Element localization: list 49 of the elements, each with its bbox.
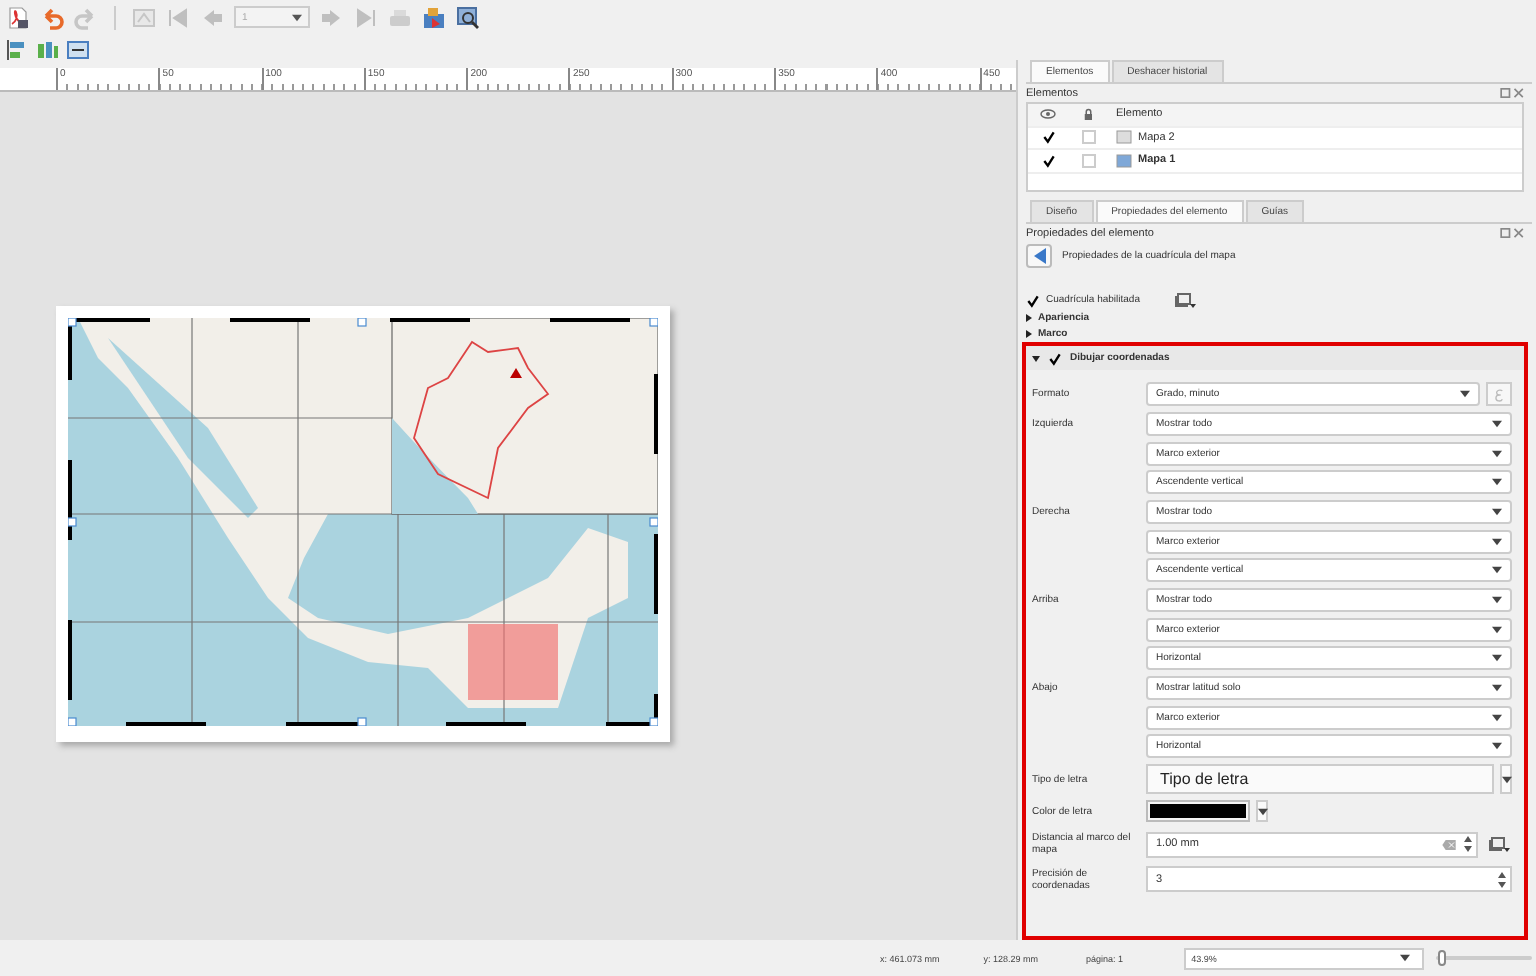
expand-arrow-icon[interactable]: [1032, 355, 1040, 361]
lock-icon: [1083, 108, 1093, 121]
caret-icon: [1399, 954, 1410, 962]
dock-buttons-icon[interactable]: [1500, 88, 1524, 98]
clear-icon[interactable]: [1442, 839, 1456, 849]
font-menu-button[interactable]: [1500, 764, 1512, 795]
caret-icon: [1492, 507, 1502, 516]
caret-icon: [1492, 596, 1502, 604]
spin-arrows-icon[interactable]: [1498, 871, 1506, 888]
color-menu-button[interactable]: [1256, 800, 1268, 823]
pdf-export-icon[interactable]: [6, 5, 30, 29]
caret-icon: [1492, 419, 1502, 428]
zoom-slider[interactable]: [1435, 950, 1532, 966]
caret-icon: [1460, 390, 1470, 399]
resize-icon[interactable]: [66, 37, 90, 61]
undo-icon[interactable]: [40, 5, 64, 29]
back-button[interactable]: [1026, 244, 1052, 268]
align-icon[interactable]: [6, 37, 30, 61]
caret-icon: [1492, 625, 1502, 634]
slider-handle[interactable]: [1438, 950, 1446, 966]
lock-checkbox[interactable]: [1081, 130, 1095, 145]
eye-icon: [1040, 108, 1056, 121]
epsilon-icon: [1494, 387, 1504, 402]
data-defined-icon[interactable]: [1488, 836, 1512, 852]
visibility-checkbox[interactable]: [1041, 130, 1055, 145]
caret-icon: [1492, 537, 1502, 546]
caret-icon: [1492, 478, 1502, 487]
caret-icon: [1492, 713, 1502, 722]
spin-arrows-icon[interactable]: [1464, 836, 1472, 852]
grid-enabled-checkbox[interactable]: [1026, 293, 1040, 307]
expand-arrow-icon[interactable]: [1026, 330, 1032, 338]
caret-icon: [1257, 807, 1267, 816]
lock-checkbox[interactable]: [1081, 153, 1095, 168]
caret-icon: [1492, 566, 1502, 575]
expand-arrow-icon[interactable]: [1026, 314, 1032, 322]
caret-icon: [292, 13, 302, 21]
draw-coordinates-checkbox[interactable]: [1048, 351, 1062, 365]
export-atlas-icon[interactable]: [422, 5, 446, 29]
data-defined-icon[interactable]: [1173, 292, 1198, 308]
back-arrow-icon: [1033, 248, 1045, 264]
caret-icon: [1492, 742, 1502, 751]
caret-icon: [1492, 684, 1502, 693]
zoom-icon[interactable]: [456, 5, 480, 29]
caret-icon: [1492, 449, 1502, 458]
font-button[interactable]: Tipo de letra: [1146, 764, 1494, 795]
dock-buttons-icon[interactable]: [1500, 228, 1524, 238]
caret-icon: [1501, 775, 1511, 784]
caret-icon: [1492, 654, 1502, 663]
visibility-checkbox[interactable]: [1041, 153, 1055, 168]
